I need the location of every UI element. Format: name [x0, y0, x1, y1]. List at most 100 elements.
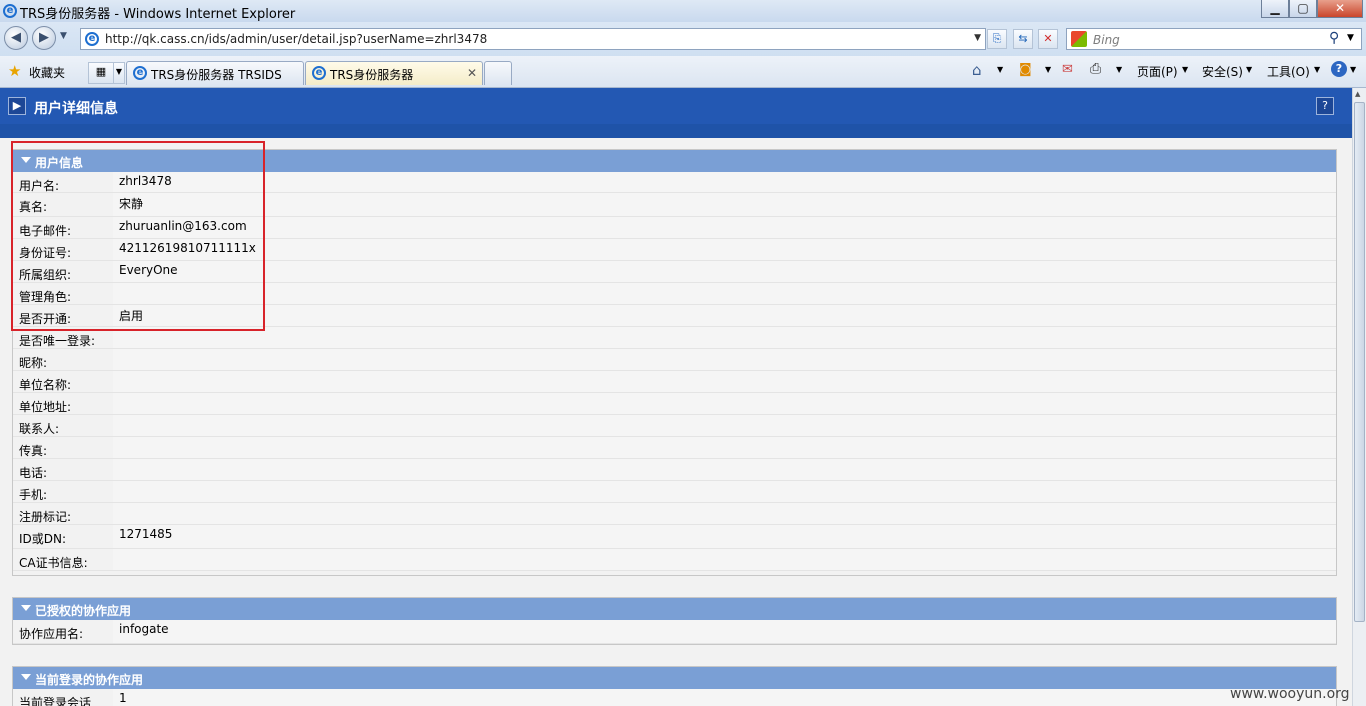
favorites-star-icon[interactable]: ★ [8, 62, 21, 80]
window-title: TRS身份服务器 - Windows Internet Explorer [20, 7, 296, 22]
help-dropdown-icon[interactable]: ▼ [1350, 65, 1356, 74]
quick-tabs-button[interactable]: ▦ [88, 62, 114, 84]
row-label: ID或DN: [19, 532, 67, 546]
tab-list-button[interactable]: ▼ [113, 62, 125, 84]
tools-menu-dropdown-icon[interactable]: ▼ [1314, 65, 1320, 74]
row-label: 注册标记: [19, 510, 72, 524]
expand-menu-button[interactable]: ▶ [8, 97, 26, 115]
help-icon[interactable]: ? [1331, 61, 1347, 77]
window-title-bar: e TRS身份服务器 - Windows Internet Explorer ▁… [0, 0, 1366, 22]
close-tab-icon[interactable]: ✕ [467, 66, 477, 80]
help-button[interactable]: ? [1316, 97, 1334, 115]
feeds-icon[interactable]: ◙ [1019, 62, 1032, 77]
value-cell [113, 689, 1336, 706]
tab-favicon-icon: e [133, 66, 147, 80]
row-label: 手机: [19, 488, 48, 502]
tab-trsids[interactable]: e TRS身份服务器 TRSIDS [126, 61, 304, 85]
table-row: 联系人: [13, 415, 1336, 437]
value-cell [113, 172, 1336, 192]
tab-list-dropdown-icon: ▼ [115, 67, 123, 76]
minimize-button[interactable]: ▁ [1261, 0, 1289, 18]
row-value: infogate [119, 622, 169, 636]
table-row: 协作应用名: infogate [13, 620, 1336, 644]
annotation-highlight-box [11, 141, 265, 331]
back-button[interactable]: ◀ [4, 26, 28, 50]
authorized-apps-section: 已授权的协作应用 协作应用名: infogate [12, 597, 1337, 645]
compatibility-icon: ⎘ [992, 32, 1002, 45]
vertical-scrollbar[interactable]: ▲ [1352, 88, 1366, 706]
forward-arrow-icon: ▶ [39, 30, 49, 45]
watermark: www.wooyun.org [1230, 686, 1350, 702]
stop-icon: ✕ [1043, 32, 1053, 45]
print-dropdown-icon[interactable]: ▼ [1116, 65, 1122, 74]
section-header[interactable]: 已授权的协作应用 [13, 598, 1336, 620]
tab-label: TRS身份服务器 [330, 68, 414, 82]
tools-menu[interactable]: 工具(O) [1267, 63, 1310, 80]
table-row: ID或DN: 1271485 [13, 525, 1336, 549]
row-label: 当前登录会话 [19, 696, 92, 706]
table-row: 当前登录会话 1 [13, 689, 1336, 706]
favorites-button[interactable]: 收藏夹 [29, 64, 65, 81]
value-cell [113, 481, 1336, 502]
row-label: CA证书信息: [19, 556, 88, 570]
value-cell [113, 549, 1336, 570]
page-menu-dropdown-icon[interactable]: ▼ [1182, 65, 1188, 74]
page-title: 用户详细信息 [34, 101, 118, 117]
address-dropdown-icon[interactable]: ▼ [974, 33, 981, 43]
row-label: 单位地址: [19, 400, 72, 414]
search-options-icon[interactable]: ▼ [1347, 33, 1354, 43]
feeds-dropdown-icon[interactable]: ▼ [1045, 65, 1051, 74]
value-cell [113, 305, 1336, 326]
table-row: CA证书信息: [13, 549, 1336, 571]
read-mail-icon[interactable]: ✉ [1062, 62, 1073, 77]
history-dropdown-icon[interactable]: ▼ [60, 31, 67, 41]
value-cell [113, 239, 1336, 260]
stop-button[interactable]: ✕ [1038, 29, 1058, 49]
row-label: 是否唯一登录: [19, 334, 96, 348]
section-title: 已授权的协作应用 [35, 604, 132, 618]
page-header-band [0, 124, 1352, 138]
table-row: 单位名称: [13, 371, 1336, 393]
safety-menu-dropdown-icon[interactable]: ▼ [1246, 65, 1252, 74]
close-window-button[interactable]: ✕ [1317, 0, 1363, 18]
scrollbar-thumb[interactable] [1354, 102, 1365, 622]
refresh-button[interactable]: ⇆ [1013, 29, 1033, 49]
current-apps-section: 当前登录的协作应用 当前登录会话 1 [12, 666, 1337, 706]
scroll-up-icon[interactable]: ▲ [1355, 90, 1360, 98]
back-arrow-icon: ◀ [11, 30, 21, 45]
home-dropdown-icon[interactable]: ▼ [997, 65, 1003, 74]
address-url[interactable]: http://qk.cass.cn/ids/admin/user/detail.… [105, 32, 487, 46]
value-cell [113, 437, 1336, 458]
search-field[interactable]: Bing ⚲ ▼ [1066, 28, 1362, 50]
value-cell [113, 620, 1336, 643]
value-cell [113, 459, 1336, 480]
section-title: 当前登录的协作应用 [35, 673, 144, 687]
row-label: 昵称: [19, 356, 48, 370]
page-menu[interactable]: 页面(P) [1137, 63, 1178, 80]
forward-button[interactable]: ▶ [32, 26, 56, 50]
tab-favicon-icon: e [312, 66, 326, 80]
search-placeholder: Bing [1093, 33, 1120, 47]
value-cell [113, 261, 1336, 282]
section-header[interactable]: 当前登录的协作应用 [13, 667, 1336, 689]
new-tab-button[interactable] [484, 61, 512, 85]
table-row: 电话: [13, 459, 1336, 481]
search-icon[interactable]: ⚲ [1329, 30, 1339, 46]
row-label: 协作应用名: [19, 627, 84, 641]
compatibility-view-button[interactable]: ⎘ [987, 29, 1007, 49]
maximize-button[interactable]: ▢ [1289, 0, 1317, 18]
address-field[interactable]: e http://qk.cass.cn/ids/admin/user/detai… [80, 28, 986, 50]
tab-trs-server[interactable]: e TRS身份服务器 ✕ [305, 61, 483, 85]
tab-label: TRS身份服务器 TRSIDS [151, 68, 282, 82]
bing-logo-icon [1071, 31, 1087, 47]
row-label: 电话: [19, 466, 48, 480]
safety-menu[interactable]: 安全(S) [1202, 63, 1243, 80]
table-row: 昵称: [13, 349, 1336, 371]
print-icon[interactable]: ⎙ [1090, 61, 1101, 77]
home-icon[interactable]: ⌂ [972, 61, 982, 79]
play-arrow-icon: ▶ [12, 99, 22, 112]
row-value: 1 [119, 691, 127, 705]
value-cell [113, 415, 1336, 436]
table-row: 注册标记: [13, 503, 1336, 525]
page-favicon-icon: e [85, 32, 99, 46]
